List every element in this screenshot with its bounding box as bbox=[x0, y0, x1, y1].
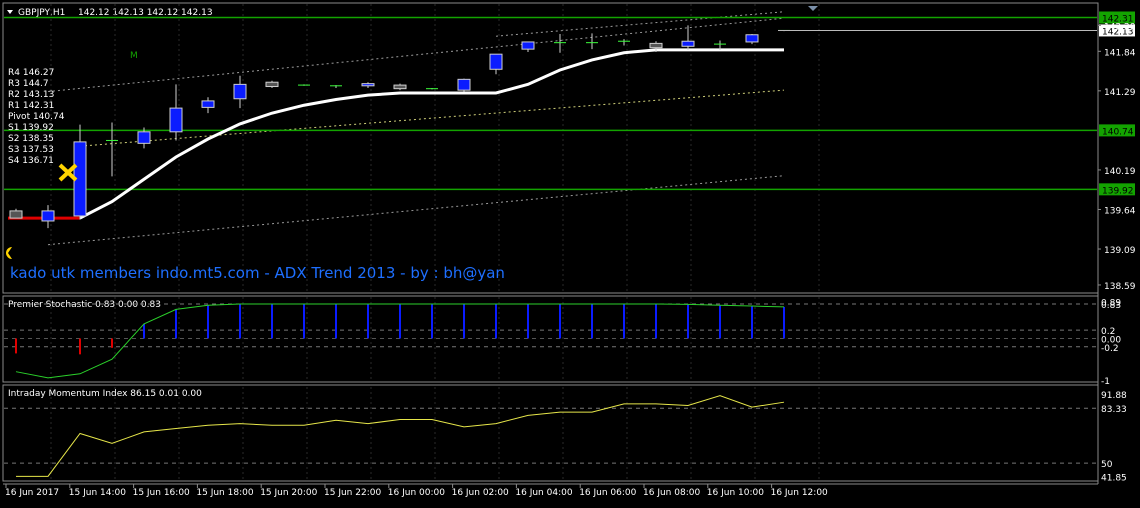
symbol-label: GBPJPY,H1 bbox=[18, 8, 65, 18]
candle-body bbox=[681, 40, 695, 47]
background bbox=[0, 0, 1140, 504]
stochastic-tick-label: -0.2 bbox=[1101, 344, 1119, 354]
x-tick-label: 16 Jun 12:00 bbox=[771, 488, 828, 498]
x-tick-label: 15 Jun 22:00 bbox=[324, 488, 381, 498]
small-marker: M bbox=[130, 51, 138, 61]
chart-annotation: kado utk members indo.mt5.com - ADX Tren… bbox=[10, 264, 505, 282]
y-tick-label: 139.09 bbox=[1104, 246, 1136, 256]
pivot-label: R3 144.7 bbox=[8, 79, 49, 89]
pivot-label: S3 137.53 bbox=[8, 145, 54, 155]
momentum-tick-label: 50 bbox=[1101, 460, 1113, 470]
x-tick-label: 15 Jun 16:00 bbox=[133, 488, 190, 498]
candle-body bbox=[457, 78, 471, 91]
x-tick-label: 16 Jun 04:00 bbox=[515, 488, 572, 498]
candle-body bbox=[393, 84, 407, 90]
pivot-label: Pivot 140.74 bbox=[8, 112, 65, 122]
candle-body bbox=[137, 131, 151, 144]
pivot-label: R2 143.13 bbox=[8, 90, 55, 100]
stochastic-tick-label: 0.83 bbox=[1101, 301, 1121, 311]
level-tag-label: 140.74 bbox=[1102, 127, 1134, 137]
x-tick-label: 16 Jun 02:00 bbox=[452, 488, 509, 498]
candle-body bbox=[521, 41, 535, 50]
x-tick-label: 16 Jun 10:00 bbox=[707, 488, 764, 498]
candle-body bbox=[489, 53, 503, 70]
chart-canvas: GBPJPY,H1 142.12 142.13 142.12 142.13 14… bbox=[0, 0, 1140, 504]
candle-body bbox=[201, 100, 215, 108]
y-tick-label: 142.20 bbox=[1104, 22, 1136, 32]
y-tick-label: 141.84 bbox=[1104, 48, 1136, 58]
x-tick-label: 15 Jun 18:00 bbox=[196, 488, 253, 498]
stochastic-tick-label: -1 bbox=[1101, 377, 1110, 387]
x-tick-label: 16 Jun 2017 bbox=[5, 488, 59, 498]
candle-body bbox=[233, 83, 247, 100]
pivot-label: R4 146.27 bbox=[8, 68, 55, 78]
chart-window: GBPJPY,H1 142.12 142.13 142.12 142.13 14… bbox=[0, 0, 1140, 504]
y-tick-label: 139.64 bbox=[1104, 206, 1136, 216]
level-tag-label: 139.92 bbox=[1102, 186, 1134, 196]
y-tick-label: 138.59 bbox=[1104, 282, 1136, 292]
x-tick-label: 16 Jun 00:00 bbox=[388, 488, 445, 498]
candle-body bbox=[9, 210, 23, 219]
y-tick-label: 141.29 bbox=[1104, 88, 1136, 98]
x-tick-label: 15 Jun 14:00 bbox=[69, 488, 126, 498]
stochastic-title: Premier Stochastic 0.83 0.00 0.83 bbox=[8, 300, 161, 310]
pivot-label: S2 138.35 bbox=[8, 134, 54, 144]
pivot-label-list: R4 146.27 R3 144.7 R2 143.13 R1 142.31 Pivot… bbox=[8, 68, 64, 167]
pivot-label: S4 136.71 bbox=[8, 156, 54, 166]
momentum-title: Intraday Momentum Index 86.15 0.01 0.00 bbox=[8, 389, 202, 399]
x-tick-label: 16 Jun 08:00 bbox=[643, 488, 700, 498]
candle-body bbox=[265, 81, 279, 88]
candle-body bbox=[361, 83, 375, 87]
momentum-tick-label: 83.33 bbox=[1101, 405, 1127, 415]
candle-body bbox=[41, 210, 55, 222]
momentum-tick-label: 91.88 bbox=[1101, 391, 1127, 401]
candle-body bbox=[169, 107, 183, 133]
y-tick-label: 140.19 bbox=[1104, 167, 1136, 177]
pivot-label: S1 139.92 bbox=[8, 123, 54, 133]
momentum-tick-label: 41.85 bbox=[1101, 474, 1127, 484]
pivot-label: R1 142.31 bbox=[8, 101, 55, 111]
x-tick-label: 16 Jun 06:00 bbox=[579, 488, 636, 498]
x-tick-label: 15 Jun 20:00 bbox=[260, 488, 317, 498]
ohlc-label: 142.12 142.13 142.12 142.13 bbox=[78, 8, 213, 18]
candle-body bbox=[745, 34, 759, 43]
candle-body bbox=[649, 42, 663, 49]
